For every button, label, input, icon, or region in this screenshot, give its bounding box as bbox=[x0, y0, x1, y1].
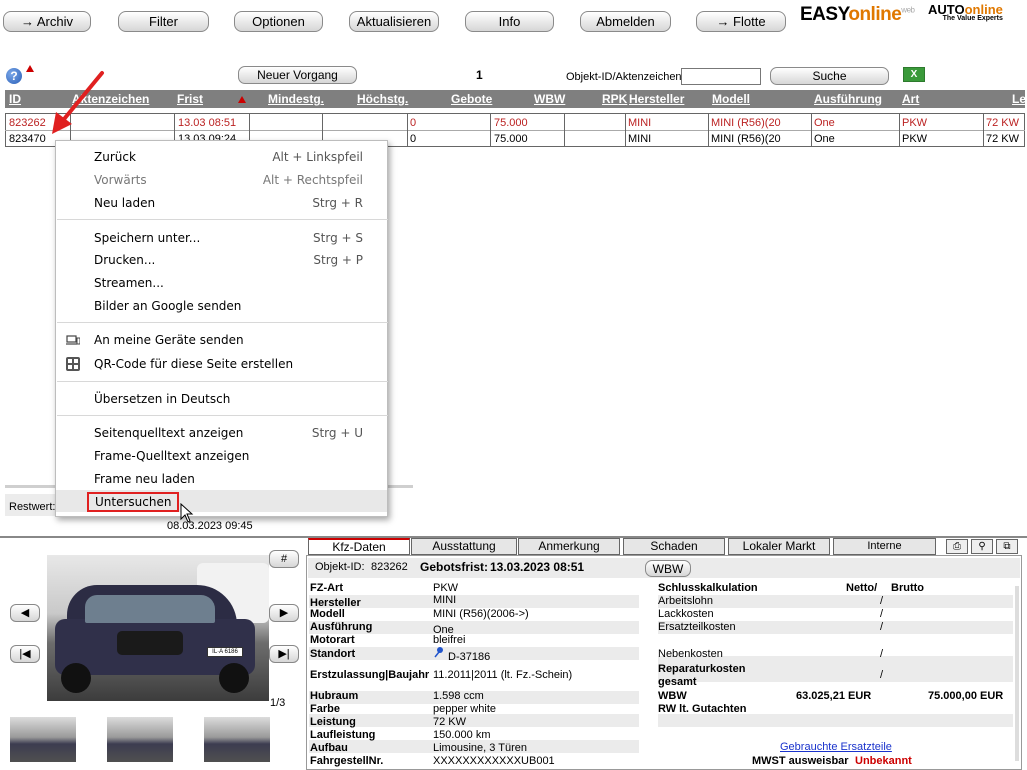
gebrauchte-ersatzteile-link[interactable]: Gebrauchte Ersatzteile bbox=[780, 741, 892, 753]
tab-lokaler-markt[interactable]: Lokaler Markt bbox=[728, 538, 830, 555]
col-id[interactable]: ID bbox=[9, 92, 21, 106]
objekt-id-label: Objekt-ID: bbox=[315, 561, 365, 573]
flotte-button[interactable]: → Flotte bbox=[696, 11, 786, 32]
wbw-button[interactable]: WBW bbox=[645, 560, 691, 577]
sort-desc-icon bbox=[238, 96, 246, 103]
objekt-search-input[interactable] bbox=[681, 68, 761, 85]
last-image-button[interactable]: ▶| bbox=[269, 645, 299, 663]
sort-arrow-icon bbox=[26, 65, 34, 72]
brutto-header: Brutto bbox=[891, 582, 924, 594]
location-pin-icon bbox=[434, 647, 443, 658]
tab-anmerkung[interactable]: Anmerkung bbox=[518, 538, 620, 555]
excel-export-icon[interactable]: X bbox=[903, 67, 925, 82]
menu-item-bilder-google[interactable]: Bilder an Google senden bbox=[56, 295, 387, 317]
menu-item-geraete-senden[interactable]: An meine Geräte senden bbox=[56, 329, 387, 351]
col-art[interactable]: Art bbox=[902, 92, 919, 106]
col-ausfuehrung[interactable]: Ausführung bbox=[814, 92, 882, 106]
abmelden-button[interactable]: Abmelden bbox=[580, 11, 671, 32]
easyonline-logo: EASYonlineweb bbox=[800, 4, 915, 25]
help-icon[interactable]: ? bbox=[6, 68, 22, 84]
menu-item-frame-neu-laden[interactable]: Frame neu laden bbox=[56, 468, 387, 490]
devices-icon bbox=[66, 335, 80, 345]
restwert-label: Restwert: bbox=[9, 501, 56, 513]
print-icon[interactable]: ⎙ bbox=[946, 539, 968, 554]
tab-kfz-daten[interactable]: Kfz-Daten bbox=[308, 538, 410, 555]
qr-code-icon bbox=[66, 357, 80, 371]
menu-item-neu-laden[interactable]: Neu laden Strg + R bbox=[56, 192, 387, 214]
kfz-daten-panel: Objekt-ID: 823262 Gebotsfrist: 13.03.202… bbox=[306, 555, 1022, 770]
prev-image-button[interactable]: ◀ bbox=[10, 604, 40, 622]
table-row[interactable]: 823262 13.03 08:51 0 75.000 MINI MINI (R… bbox=[6, 115, 1024, 131]
menu-item-frame-quelltext[interactable]: Frame-Quelltext anzeigen bbox=[56, 445, 387, 467]
tab-schaden[interactable]: Schaden bbox=[623, 538, 725, 555]
tab-interne-bemerkungen[interactable]: Interne Bemerkungen bbox=[833, 538, 936, 567]
autoonline-logo: AUTOonline The Value Experts bbox=[928, 2, 1003, 22]
thumbnail-1[interactable] bbox=[10, 717, 76, 762]
menu-item-untersuchen[interactable]: Untersuchen bbox=[56, 490, 387, 512]
thumbnail-2[interactable] bbox=[107, 717, 173, 762]
first-image-button[interactable]: |◀ bbox=[10, 645, 40, 663]
menu-item-vorwaerts[interactable]: Vorwärts Alt + Rechtspfeil bbox=[56, 169, 387, 191]
menu-item-qr-code[interactable]: QR-Code für diese Seite erstellen bbox=[56, 353, 387, 375]
suche-button[interactable]: Suche bbox=[770, 67, 889, 85]
col-rpk[interactable]: RPK bbox=[602, 92, 627, 106]
col-frist[interactable]: Frist bbox=[177, 92, 203, 106]
wbw-brutto: 75.000,00 EUR bbox=[928, 690, 1004, 702]
col-le[interactable]: Le bbox=[1012, 92, 1026, 106]
col-gebote[interactable]: Gebote bbox=[451, 92, 492, 106]
hash-button[interactable]: # bbox=[269, 550, 299, 568]
col-hoechstg[interactable]: Höchstg. bbox=[357, 92, 408, 106]
tab-ausstattung[interactable]: Ausstattung bbox=[411, 538, 517, 555]
zoom-icon[interactable]: ⚲ bbox=[971, 539, 993, 554]
table-header: ID Aktenzeichen Frist Mindestg. Höchstg.… bbox=[5, 90, 1026, 108]
menu-item-speichern[interactable]: Speichern unter... Strg + S bbox=[56, 227, 387, 249]
neuer-vorgang-button[interactable]: Neuer Vorgang bbox=[238, 66, 357, 84]
license-plate: IL·A 6186 bbox=[207, 647, 243, 657]
archiv-button[interactable]: → Archiv bbox=[3, 11, 91, 32]
context-menu: Zurück Alt + Linkspfeil Vorwärts Alt + Rec… bbox=[55, 140, 388, 517]
menu-item-streamen[interactable]: Streamen... bbox=[56, 272, 387, 294]
optionen-button[interactable]: Optionen bbox=[234, 11, 323, 32]
menu-item-uebersetzen[interactable]: Übersetzen in Deutsch bbox=[56, 388, 387, 410]
menu-item-seitenquelltext[interactable]: Seitenquelltext anzeigen Strg + U bbox=[56, 422, 387, 444]
next-image-button[interactable]: ▶ bbox=[269, 604, 299, 622]
info-button[interactable]: Info bbox=[465, 11, 554, 32]
objekt-search-label: Objekt-ID/Aktenzeichen bbox=[566, 71, 682, 83]
netto-header: Netto/ bbox=[846, 582, 878, 594]
annotation-arrow-icon bbox=[52, 71, 104, 134]
image-counter: 1/3 bbox=[270, 697, 286, 709]
mouse-cursor-icon bbox=[180, 503, 194, 523]
col-wbw[interactable]: WBW bbox=[534, 92, 565, 106]
col-hersteller[interactable]: Hersteller bbox=[629, 92, 684, 106]
copy-icon[interactable]: ⧉ bbox=[996, 539, 1018, 554]
mwst-status: Unbekannt bbox=[855, 755, 912, 767]
gebotsfrist-value: 13.03.2023 08:51 bbox=[490, 560, 585, 574]
page-number: 1 bbox=[476, 68, 483, 82]
aktualisieren-button[interactable]: Aktualisieren bbox=[349, 11, 439, 32]
objekt-id-value: 823262 bbox=[371, 561, 408, 573]
menu-item-drucken[interactable]: Drucken... Strg + P bbox=[56, 249, 387, 271]
wbw-netto: 63.025,21 EUR bbox=[796, 690, 872, 702]
col-mindestg[interactable]: Mindestg. bbox=[268, 92, 324, 106]
col-modell[interactable]: Modell bbox=[712, 92, 750, 106]
schlusskalkulation-title: Schlusskalkulation bbox=[658, 582, 758, 594]
vehicle-photo[interactable]: IL·A 6186 bbox=[47, 555, 269, 701]
gebotsfrist-label: Gebotsfrist: bbox=[420, 560, 489, 574]
filter-button[interactable]: Filter bbox=[118, 11, 209, 32]
thumbnail-3[interactable] bbox=[204, 717, 270, 762]
menu-item-zurueck[interactable]: Zurück Alt + Linkspfeil bbox=[56, 146, 387, 168]
